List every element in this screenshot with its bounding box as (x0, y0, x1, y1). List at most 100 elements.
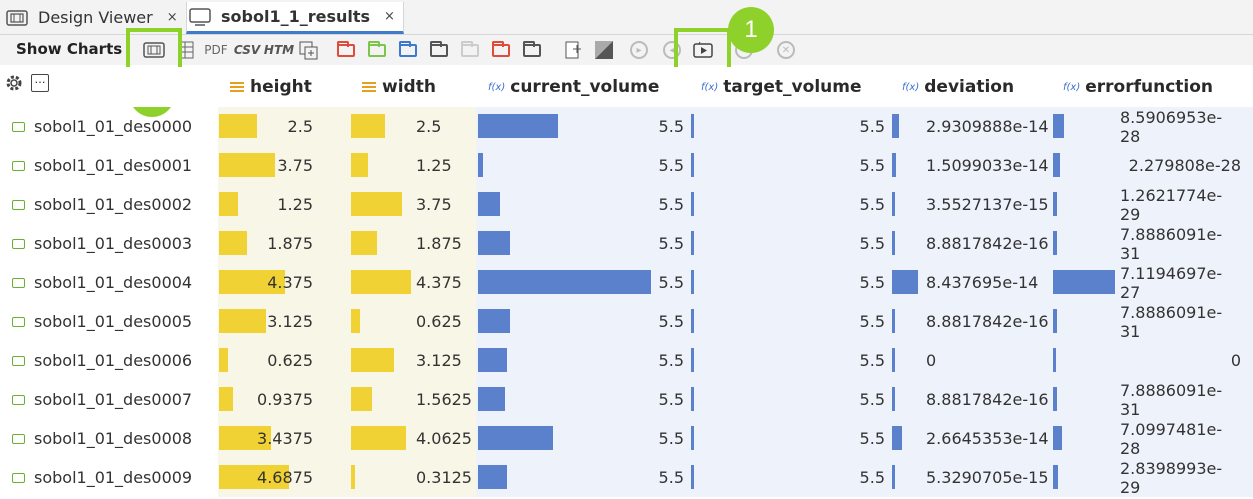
function-icon: f(x) (902, 81, 920, 93)
deviation-value: 3.5527137e-15 (926, 195, 1049, 214)
height-value: 0.625 (267, 351, 313, 370)
deviation-value: 8.437695e-14 (926, 273, 1039, 292)
badge-1: 1 (728, 7, 774, 53)
errorfunction-bar (1053, 387, 1057, 411)
folder-more-button[interactable] (429, 40, 449, 60)
header-width[interactable]: width (362, 77, 436, 97)
errorfunction-bar (1053, 192, 1057, 216)
height-value: 3.125 (267, 312, 313, 331)
current-volume-bar (478, 231, 510, 255)
table-row[interactable]: sobol1_01_des0001 3.75 1.25 5.5 5.5 1.5099033… (0, 146, 1253, 185)
design-name[interactable]: sobol1_01_des0001 (12, 146, 192, 185)
current-volume-value: 5.5 (658, 156, 684, 175)
current-volume-bar (478, 153, 483, 177)
folder-upload-button[interactable] (522, 40, 542, 60)
contrast-button[interactable] (593, 40, 615, 60)
folder-empty-button[interactable] (460, 40, 480, 60)
toolbar: Show Charts PDF CSV HTM ▸ ◂ ✕ (0, 35, 1253, 65)
target-volume-bar (691, 192, 694, 216)
settings-gear-icon[interactable] (4, 73, 22, 91)
deviation-bar (892, 348, 895, 372)
target-volume-value: 5.5 (859, 468, 885, 487)
header-errorfunction[interactable]: f(x) errorfunction (1063, 77, 1213, 97)
add-row-button[interactable] (562, 40, 584, 60)
width-bar (351, 192, 402, 216)
height-value: 4.375 (267, 273, 313, 292)
stop-button[interactable]: ✕ (776, 40, 796, 60)
width-value: 3.125 (416, 351, 462, 370)
width-value: 1.25 (416, 156, 452, 175)
target-volume-value: 5.5 (859, 117, 885, 136)
design-name[interactable]: sobol1_01_des0009 (12, 458, 192, 497)
close-icon[interactable]: × (384, 9, 395, 24)
table-row[interactable]: sobol1_01_des0006 0.625 3.125 5.5 5.5 0 0 (0, 341, 1253, 380)
stop-icon: ✕ (777, 41, 795, 59)
header-deviation[interactable]: f(x) deviation (902, 77, 1014, 97)
design-name[interactable]: sobol1_01_des0007 (12, 380, 192, 419)
header-target-volume[interactable]: f(x) target_volume (701, 77, 862, 97)
folder-error-button[interactable] (491, 40, 511, 60)
table-row[interactable]: sobol1_01_des0008 3.4375 4.0625 5.5 5.5 2.664… (0, 419, 1253, 458)
table-row[interactable]: sobol1_01_des0004 4.375 4.375 5.5 5.5 8.43769… (0, 263, 1253, 302)
design-name[interactable]: sobol1_01_des0006 (12, 341, 192, 380)
tab-results[interactable]: sobol1_1_results × (186, 2, 404, 34)
width-bar (351, 153, 368, 177)
close-icon[interactable]: × (167, 10, 178, 25)
deviation-bar (892, 426, 902, 450)
export-csv-button[interactable]: CSV (234, 40, 260, 60)
errorfunction-bar (1053, 309, 1057, 333)
table-row[interactable]: sobol1_01_des0009 4.6875 0.3125 5.5 5.5 5.329… (0, 458, 1253, 497)
folder-green-button[interactable] (367, 40, 387, 60)
deviation-bar (892, 309, 895, 333)
folder-icon (12, 433, 25, 444)
height-bar (219, 348, 228, 372)
table-row[interactable]: sobol1_01_des0007 0.9375 1.5625 5.5 5.5 8.881… (0, 380, 1253, 419)
folder-icon (12, 355, 25, 366)
header-current-volume[interactable]: f(x) current_volume (488, 77, 659, 97)
height-value: 4.6875 (257, 468, 313, 487)
table-row[interactable]: sobol1_01_des0003 1.875 1.875 5.5 5.5 8.88178… (0, 224, 1253, 263)
width-value: 3.75 (416, 195, 452, 214)
deviation-bar (892, 231, 895, 255)
height-value: 1.875 (267, 234, 313, 253)
export-pdf-button[interactable]: PDF (203, 40, 229, 60)
folder-red-button[interactable] (336, 40, 356, 60)
table-row[interactable]: sobol1_01_des0002 1.25 3.75 5.5 5.5 3.5527137… (0, 185, 1253, 224)
current-volume-bar (478, 465, 507, 489)
deviation-value: 2.6645353e-14 (926, 429, 1049, 448)
more-options-icon[interactable]: … (31, 74, 49, 92)
function-icon: f(x) (701, 81, 719, 93)
design-name[interactable]: sobol1_01_des0003 (12, 224, 192, 263)
height-value: 0.9375 (257, 390, 313, 409)
folder-more-icon (430, 40, 448, 57)
function-icon: f(x) (1063, 81, 1081, 93)
width-bar (351, 114, 385, 138)
play-button[interactable]: ▸ (629, 40, 649, 60)
errorfunction-value: 7.1194697e-27 (1120, 263, 1223, 302)
width-value: 1.5625 (416, 390, 472, 409)
table-row[interactable]: sobol1_01_des0000 2.5 2.5 5.5 5.5 2.9309888e-… (0, 107, 1253, 146)
header-height[interactable]: height (230, 77, 312, 97)
errorfunction-bar (1053, 270, 1115, 294)
current-volume-value: 5.5 (658, 390, 684, 409)
target-volume-bar (691, 270, 694, 294)
target-volume-bar (691, 426, 694, 450)
current-volume-value: 5.5 (658, 429, 684, 448)
width-value: 1.875 (416, 234, 462, 253)
folder-star-button[interactable] (398, 40, 418, 60)
deviation-bar (892, 270, 918, 294)
errorfunction-value: 2.279808e-28 (1128, 156, 1241, 175)
table-row[interactable]: sobol1_01_des0005 3.125 0.625 5.5 5.5 8.88178… (0, 302, 1253, 341)
design-name[interactable]: sobol1_01_des0004 (12, 263, 192, 302)
design-name[interactable]: sobol1_01_des0008 (12, 419, 192, 458)
add-chart-button[interactable] (298, 40, 320, 60)
design-name[interactable]: sobol1_01_des0005 (12, 302, 192, 341)
errorfunction-value: 7.8886091e-31 (1120, 224, 1223, 263)
target-volume-bar (691, 231, 694, 255)
design-name[interactable]: sobol1_01_des0000 (12, 107, 192, 146)
design-name[interactable]: sobol1_01_des0002 (12, 185, 192, 224)
export-htm-button[interactable]: HTM (264, 40, 294, 60)
target-volume-bar (691, 309, 694, 333)
deviation-value: 2.9309888e-14 (926, 117, 1049, 136)
folder-icon (12, 277, 25, 288)
